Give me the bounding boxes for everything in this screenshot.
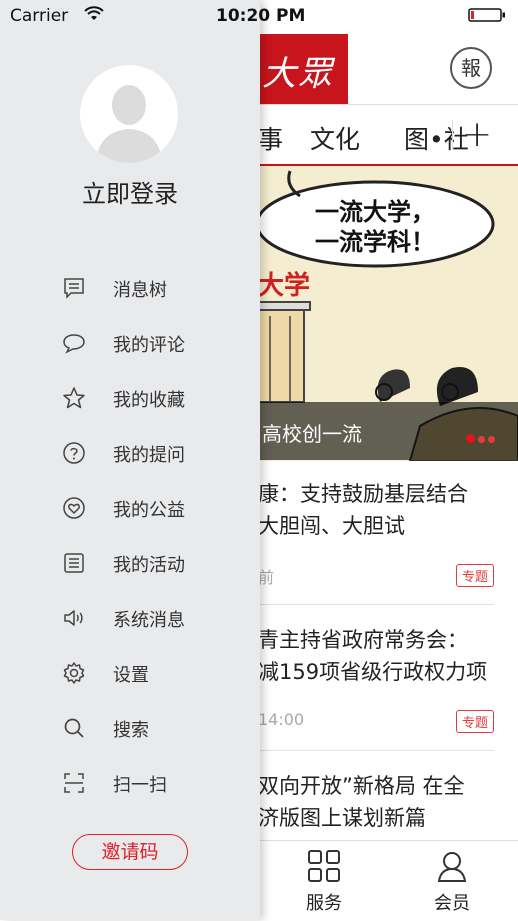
tab-member[interactable]: 会员 <box>422 849 482 915</box>
star-icon <box>63 387 85 409</box>
bubble-line-2: 一流学科！ <box>315 228 435 256</box>
menu-label: 系统消息 <box>113 610 185 631</box>
news-title-line: 减159项省级行政权力项 <box>258 660 488 684</box>
menu-label: 我的活动 <box>113 555 185 576</box>
menu-label: 我的提问 <box>113 445 185 466</box>
user-icon <box>437 852 467 882</box>
channel-tab-culture[interactable]: 文化 <box>310 120 360 156</box>
menu-label: 扫一扫 <box>113 775 167 796</box>
login-link[interactable]: 立即登录 <box>0 174 260 209</box>
news-title-line: 双向开放”新格局 在全 <box>258 774 465 798</box>
grid-icon <box>308 850 340 882</box>
menu-item-settings[interactable]: 设置 <box>60 653 240 693</box>
default-avatar-icon <box>96 85 162 163</box>
news-title-line: 大胆闯、大胆试 <box>258 514 405 538</box>
battery-icon <box>468 8 505 22</box>
tab-label: 服务 <box>306 893 342 914</box>
news-time: 前 <box>258 568 275 587</box>
avatar[interactable] <box>80 65 178 163</box>
news-divider <box>254 604 494 605</box>
activity-icon <box>64 553 84 573</box>
menu-label: 设置 <box>113 665 149 686</box>
menu-item-search[interactable]: 搜索 <box>60 708 240 748</box>
invite-code-button[interactable]: 邀请码 <box>72 834 188 870</box>
channel-divider <box>452 120 453 150</box>
menu-item-my-charity[interactable]: 我的公益 <box>60 488 240 528</box>
menu-item-scan[interactable]: 扫一扫 <box>60 763 240 803</box>
news-title-line: 青主持省政府常务会： <box>258 628 468 652</box>
scan-icon <box>64 773 84 793</box>
menu-label: 搜索 <box>113 720 149 741</box>
channel-tab-photo[interactable]: 图•社 <box>404 120 469 156</box>
gear-icon <box>63 662 85 684</box>
menu-label: 我的公益 <box>113 500 185 521</box>
menu-item-my-questions[interactable]: 我的提问 <box>60 433 240 473</box>
news-item[interactable]: 青主持省政府常务会： 减159项省级行政权力项 14:00 专题 <box>240 624 498 750</box>
topic-badge: 专题 <box>455 564 494 587</box>
menu-item-message-tree[interactable]: 消息树 <box>60 268 240 308</box>
news-time: 14:00 <box>258 710 305 729</box>
status-bar: Carrier 10:20 PM <box>0 0 518 34</box>
carrier-text: Carrier <box>10 6 69 26</box>
news-title-line: 济版图上谋划新篇 <box>258 806 426 830</box>
bubble-line-1: 一流大学， <box>315 198 435 226</box>
search-icon <box>64 718 84 738</box>
news-item[interactable]: 康：支持鼓励基层结合 大胆闯、大胆试 前 专题 <box>240 478 498 604</box>
side-drawer: 立即登录 消息树 我的评论 我的收藏 我的提问 我的公益 我的活动 系统消息 设… <box>0 0 260 920</box>
news-title-line: 康：支持鼓励基层结合 <box>258 482 468 506</box>
topic-badge: 专题 <box>455 710 494 733</box>
carousel-dots <box>466 428 498 447</box>
tab-label: 会员 <box>434 893 470 914</box>
news-divider <box>254 750 494 751</box>
comment-icon <box>63 334 85 354</box>
menu-item-my-comments[interactable]: 我的评论 <box>60 323 240 363</box>
wifi-icon <box>84 6 104 20</box>
clock-text: 10:20 PM <box>216 6 306 26</box>
message-list-icon <box>64 278 84 299</box>
menu-label: 我的收藏 <box>113 390 185 411</box>
heart-icon <box>63 497 85 519</box>
building-sign: 大学 <box>258 270 310 301</box>
menu-label: 我的评论 <box>113 335 185 356</box>
question-icon <box>63 442 85 464</box>
menu-item-my-activities[interactable]: 我的活动 <box>60 543 240 583</box>
channel-tab[interactable]: 事 <box>258 120 283 156</box>
menu-item-system-messages[interactable]: 系统消息 <box>60 598 240 638</box>
menu-label: 消息树 <box>113 280 167 301</box>
newspaper-button[interactable]: 報 <box>450 47 492 89</box>
menu-item-my-favorites[interactable]: 我的收藏 <box>60 378 240 418</box>
banner-caption: 高校创一流 <box>262 422 362 446</box>
speaker-icon <box>64 610 83 626</box>
logo-text: 大眾 <box>262 54 334 94</box>
add-channel-button[interactable]: + <box>462 114 492 155</box>
tab-service[interactable]: 服务 <box>294 849 354 915</box>
news-item[interactable]: 双向开放”新格局 在全 济版图上谋划新篇 <box>240 770 498 840</box>
